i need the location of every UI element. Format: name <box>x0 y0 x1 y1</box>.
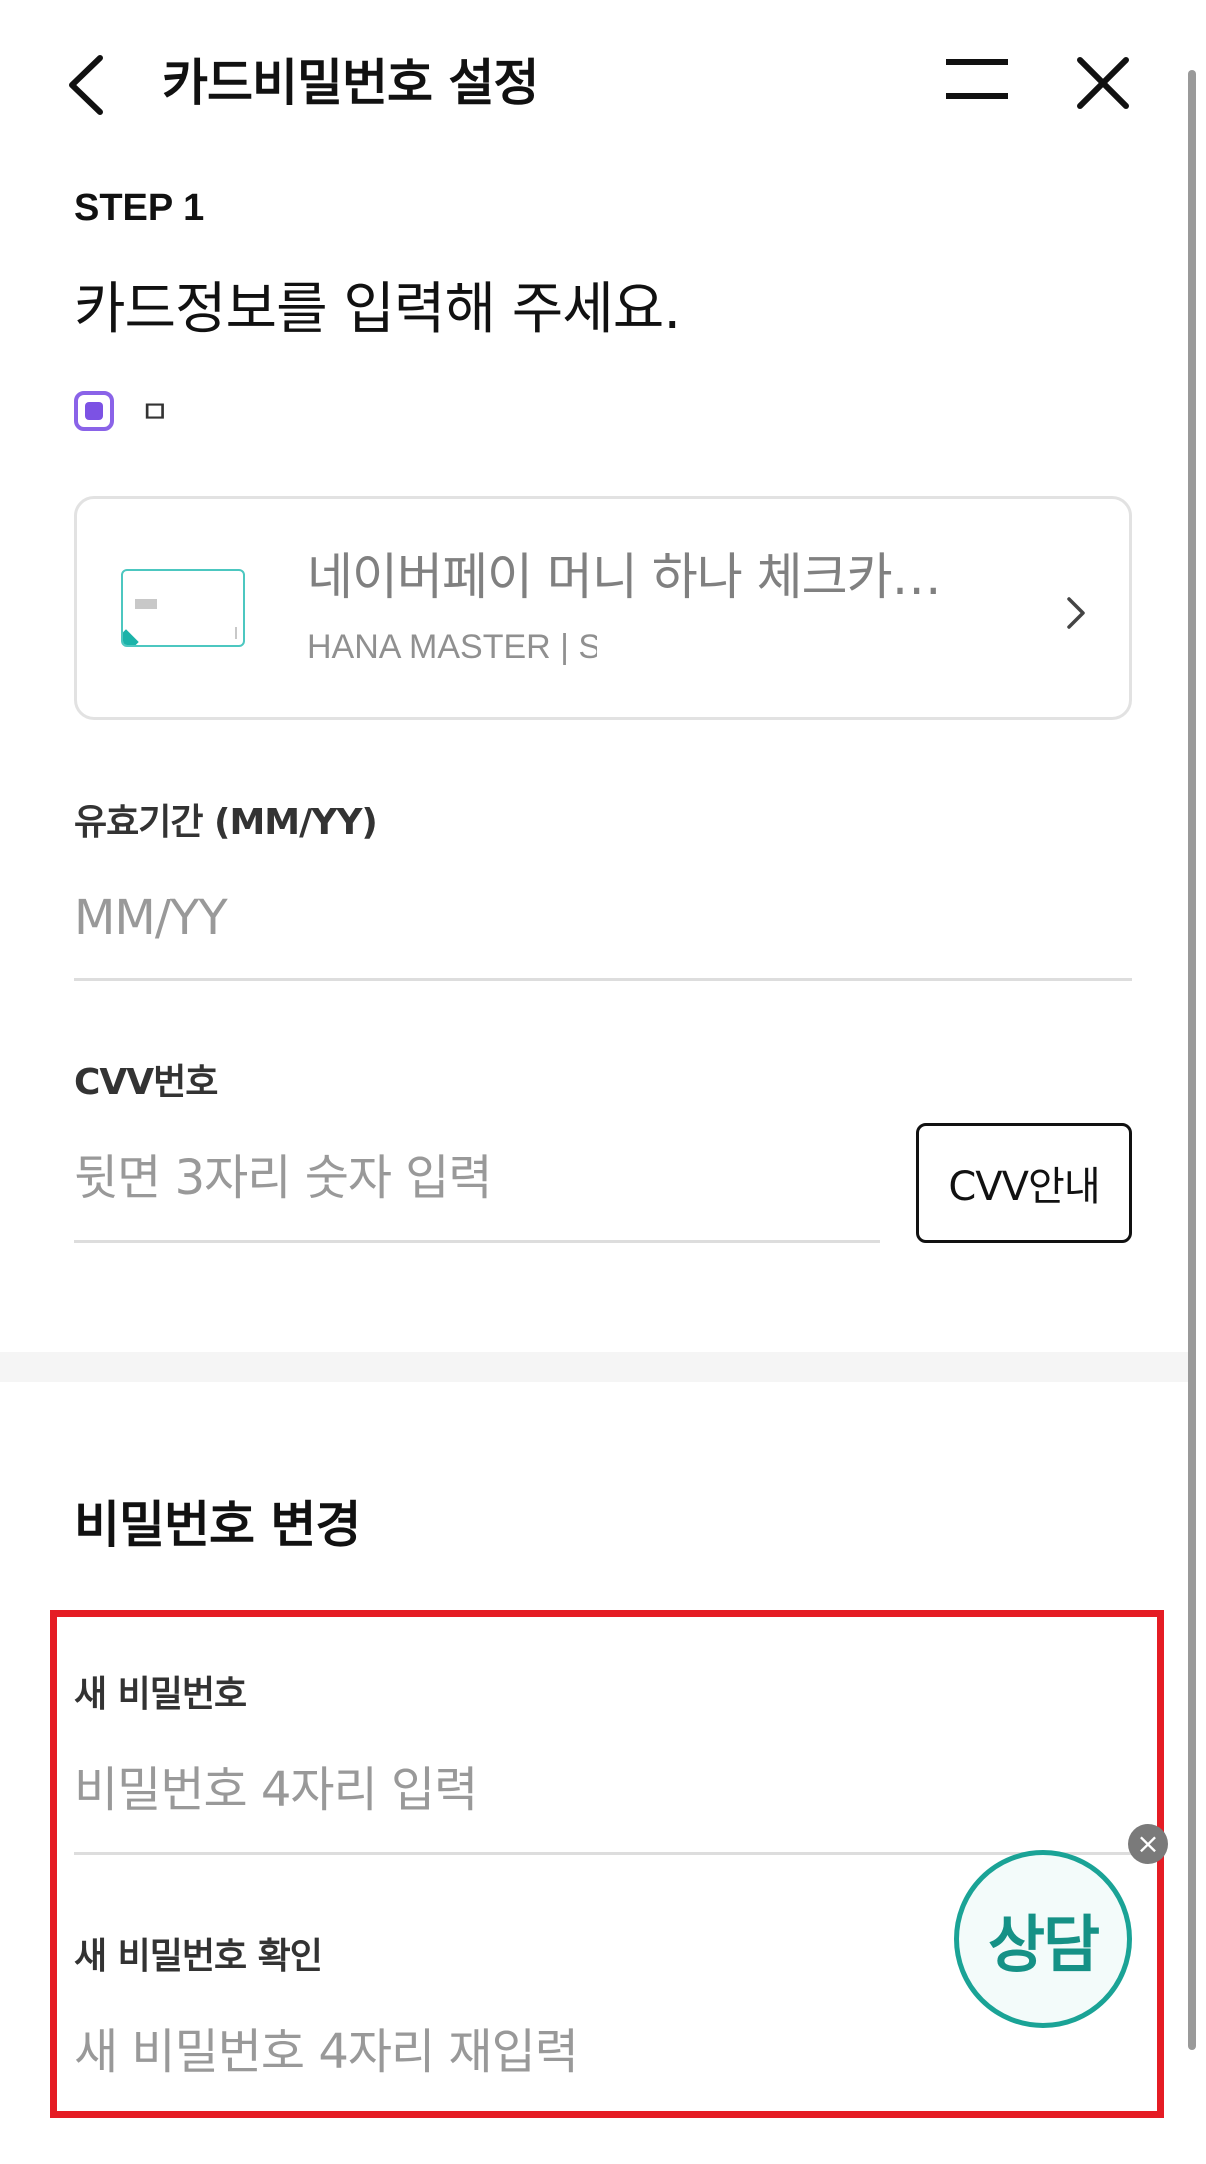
back-chevron-icon[interactable] <box>60 50 120 120</box>
expiry-underline <box>74 978 1132 981</box>
cvv-label: CVV번호 <box>74 1062 218 1103</box>
chat-close-icon[interactable]: × <box>1128 1824 1168 1864</box>
checkbox-label: ㅁ <box>140 393 170 431</box>
new-password-label: 새 비밀번호 <box>74 1674 247 1715</box>
card-image <box>121 569 245 647</box>
close-icon[interactable] <box>1068 48 1138 118</box>
step-label: STEP 1 <box>74 187 205 229</box>
cvv-underline <box>74 1240 880 1243</box>
step-headline: 카드정보를 입력해 주세요. <box>74 277 681 342</box>
card-brand: HANA MASTER | S <box>307 628 597 666</box>
new-password-underline <box>74 1852 1132 1855</box>
confirm-password-input[interactable] <box>74 2020 1132 2084</box>
confirm-password-label: 새 비밀번호 확인 <box>74 1936 323 1977</box>
card-selector[interactable]: 네이버페이 머니 하나 체크카… HANA MASTER | S <box>74 496 1132 720</box>
chat-consult-button[interactable]: 상담 <box>954 1850 1132 2028</box>
card-name: 네이버페이 머니 하나 체크카… <box>307 548 942 606</box>
new-password-input[interactable] <box>74 1758 1132 1822</box>
section-divider <box>0 1352 1190 1382</box>
chevron-right-icon <box>1067 597 1085 629</box>
password-section-title: 비밀번호 변경 <box>74 1496 361 1554</box>
scrollbar[interactable] <box>1188 70 1196 2050</box>
menu-icon[interactable] <box>944 54 1010 114</box>
expiry-label: 유효기간 (MM/YY) <box>74 802 378 843</box>
cvv-guide-button[interactable]: CVV안내 <box>916 1123 1132 1243</box>
expiry-input[interactable] <box>74 886 1132 950</box>
page-title: 카드비밀번호 설정 <box>162 54 539 112</box>
cvv-input[interactable] <box>74 1146 880 1210</box>
agree-checkbox[interactable] <box>74 391 114 431</box>
